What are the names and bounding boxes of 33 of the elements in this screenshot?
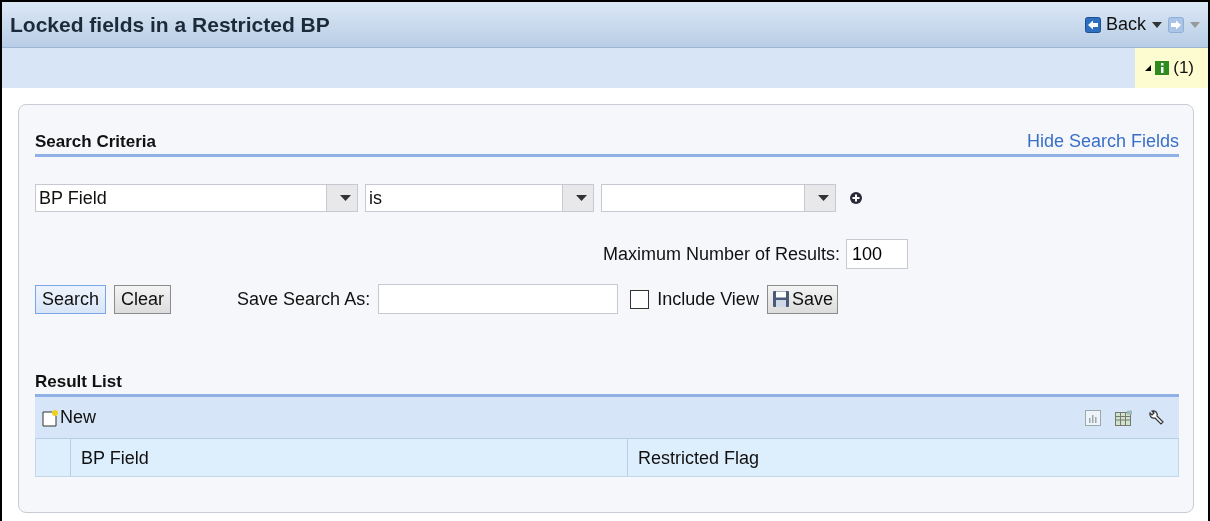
- new-document-icon: [41, 408, 59, 427]
- include-view-checkbox[interactable]: [630, 289, 650, 309]
- info-icon: [1155, 61, 1170, 75]
- section-title: Result List: [35, 372, 123, 393]
- operator-dropdown[interactable]: is: [365, 184, 594, 212]
- dropdown-arrow-icon: [339, 195, 351, 201]
- chart-icon: [1085, 409, 1101, 426]
- back-button[interactable]: Back: [1084, 14, 1146, 35]
- add-icon: [849, 191, 863, 205]
- dropdown-caret-icon: [1152, 21, 1162, 28]
- wrench-icon: [1147, 408, 1165, 427]
- save-search-field[interactable]: [378, 284, 619, 314]
- column-header[interactable]: BP Field: [71, 439, 628, 476]
- dropdown-arrow-icon: [817, 195, 829, 201]
- hide-search-fields-link[interactable]: Hide Search Fields: [1026, 131, 1179, 152]
- clear-button[interactable]: Clear: [114, 284, 172, 314]
- include-view-label: Include View: [657, 288, 759, 310]
- section-title: Search Criteria: [35, 132, 156, 152]
- new-button[interactable]: New: [41, 407, 96, 428]
- column-header[interactable]: Restricted Flag: [628, 439, 1178, 476]
- value-dropdown[interactable]: [601, 184, 836, 212]
- dropdown-arrow-icon: [575, 195, 587, 201]
- dropdown-caret-icon: [1190, 21, 1200, 28]
- max-results-label: Maximum Number of Results:: [602, 243, 840, 265]
- max-results-field[interactable]: 100: [846, 239, 908, 269]
- window-title: Locked fields in a Restricted BP: [10, 12, 330, 37]
- search-button[interactable]: Search: [35, 284, 107, 314]
- save-search-label: Save Search As:: [237, 288, 371, 310]
- field-dropdown[interactable]: BP Field: [35, 184, 358, 212]
- spreadsheet-icon: [1115, 409, 1133, 426]
- corner-triangle-icon: [1145, 65, 1152, 71]
- message-indicator[interactable]: (1): [1135, 48, 1208, 88]
- save-button[interactable]: Save: [766, 284, 838, 314]
